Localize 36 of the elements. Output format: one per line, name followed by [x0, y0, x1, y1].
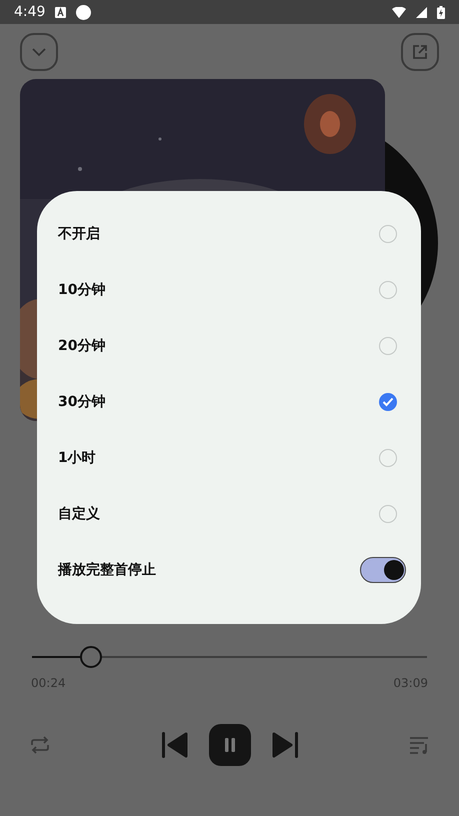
collapse-button[interactable] [20, 33, 58, 71]
circle-icon [76, 4, 92, 20]
repeat-icon [30, 736, 50, 754]
repeat-button[interactable] [30, 736, 50, 754]
pause-button[interactable] [208, 724, 250, 766]
share-button[interactable] [401, 33, 439, 71]
option-label: 30分钟 [58, 393, 106, 411]
option-label: 10分钟 [58, 281, 106, 299]
wifi-icon [392, 6, 406, 18]
radio-button[interactable] [379, 225, 397, 243]
toggle-switch[interactable] [360, 557, 406, 583]
pause-icon [224, 738, 234, 752]
radio-button[interactable] [379, 393, 397, 411]
playlist-icon [409, 736, 429, 754]
option-label: 自定义 [58, 505, 100, 523]
next-button[interactable] [270, 732, 298, 758]
option-label: 不开启 [58, 225, 100, 243]
signal-icon [416, 6, 427, 18]
progress-thumb[interactable] [80, 646, 102, 668]
option-label: 20分钟 [58, 337, 106, 355]
option-label: 1小时 [58, 449, 96, 467]
previous-icon [162, 732, 188, 758]
share-icon [412, 44, 428, 60]
radio-button[interactable] [379, 505, 397, 523]
option-label: 播放完整首停止 [58, 561, 156, 579]
chevron-down-icon [31, 47, 47, 57]
previous-button[interactable] [162, 732, 188, 758]
clock: 4:49 [14, 4, 46, 20]
radio-button[interactable] [379, 449, 397, 467]
battery-icon [437, 6, 445, 18]
radio-button[interactable] [379, 337, 397, 355]
playlist-button[interactable] [409, 736, 429, 754]
check-icon [382, 397, 394, 407]
next-icon [270, 732, 298, 758]
a-icon [55, 6, 66, 18]
radio-button[interactable] [379, 281, 397, 299]
